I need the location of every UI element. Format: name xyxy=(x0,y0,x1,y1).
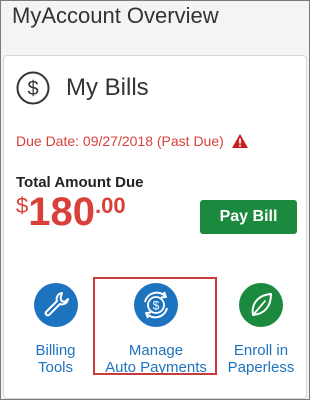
enroll-paperless-link[interactable]: Enroll in Paperless xyxy=(218,282,304,376)
due-date-text: Due Date: 09/27/2018 (Past Due) xyxy=(16,133,224,149)
warning-triangle-icon xyxy=(231,134,248,148)
pay-bill-button[interactable]: Pay Bill xyxy=(200,200,297,234)
enroll-paperless-label: Enroll in Paperless xyxy=(218,342,304,376)
billing-tools-label: Billing Tools xyxy=(18,342,93,376)
total-amount-label: Total Amount Due xyxy=(16,174,144,191)
currency-symbol: $ xyxy=(16,193,29,218)
due-date-row: Due Date: 09/27/2018 (Past Due) xyxy=(16,133,249,149)
action-label-line: Billing xyxy=(35,342,76,359)
action-label-line: Tools xyxy=(37,359,74,376)
card-title: My Bills xyxy=(66,74,149,101)
manage-auto-payments-link[interactable]: $ Manage Auto Payments xyxy=(94,282,218,376)
action-label-line: Paperless xyxy=(227,359,295,376)
action-label-line: Enroll in xyxy=(233,342,289,359)
leaf-icon xyxy=(239,283,283,327)
account-overview-page: MyAccount Overview $ My Bills Due Date: … xyxy=(0,0,310,400)
svg-text:$: $ xyxy=(27,78,38,100)
dollar-circle-icon: $ xyxy=(16,71,50,105)
svg-text:$: $ xyxy=(153,299,160,313)
amount-dollars: 180 xyxy=(28,190,95,234)
wrench-icon xyxy=(33,283,78,327)
action-label-line: Manage xyxy=(128,342,184,359)
total-amount-value: $180.00 xyxy=(16,192,126,232)
amount-cents: .00 xyxy=(95,193,126,218)
manage-auto-payments-label: Manage Auto Payments xyxy=(94,342,218,376)
billing-tools-link[interactable]: Billing Tools xyxy=(18,282,93,376)
page-title: MyAccount Overview xyxy=(12,3,219,28)
action-label-line: Auto Payments xyxy=(105,359,207,376)
dollar-cycle-icon: $ xyxy=(134,283,178,327)
my-bills-card: $ My Bills Due Date: 09/27/2018 (Past Du… xyxy=(3,55,307,399)
